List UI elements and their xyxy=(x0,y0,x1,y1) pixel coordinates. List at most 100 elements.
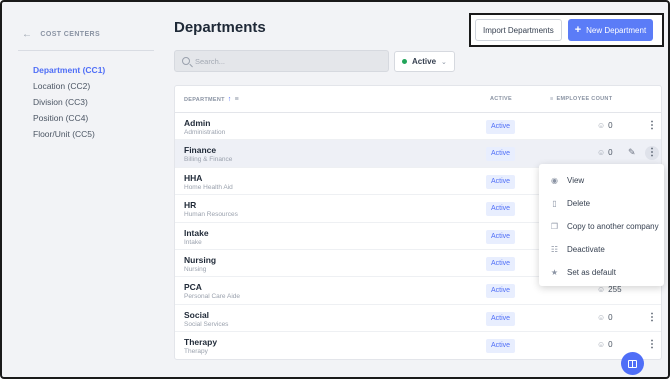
status-badge: Active xyxy=(486,147,516,162)
menu-item-view[interactable]: ◉ View xyxy=(539,169,664,192)
header-actions: Import Departments + New Department xyxy=(469,13,664,47)
department-name: Admin xyxy=(184,118,211,128)
table-row[interactable]: Therapy Therapy Active ☺ 0 ⋮ xyxy=(175,332,661,359)
sidebar-item-location[interactable]: Location (CC2) xyxy=(33,78,105,94)
employee-count: ☺ 0 xyxy=(597,313,613,322)
column-label-department: DEPARTMENT xyxy=(184,96,225,103)
table-row[interactable]: Social Social Services Active ☺ 0 ⋮ xyxy=(175,305,661,333)
import-departments-button[interactable]: Import Departments xyxy=(475,19,562,41)
menu-item-deactivate[interactable]: ☷ Deactivate xyxy=(539,238,664,261)
chevron-down-icon: ⌄ xyxy=(441,58,447,66)
row-actions-menu: ◉ View ▯ Delete ❐ Copy to another compan… xyxy=(539,164,664,286)
department-name: HHA xyxy=(184,172,203,183)
department-description: Home Health Aid xyxy=(184,183,233,191)
employee-count: ☺ 255 xyxy=(597,285,622,294)
status-badge: Active xyxy=(486,229,516,244)
people-icon: ☺ xyxy=(597,148,606,158)
column-header-employee-count[interactable]: ≡ EMPLOYEE COUNT xyxy=(550,96,612,102)
sidebar-back-link[interactable]: ← COST CENTERS xyxy=(22,29,100,40)
status-filter-value: Active xyxy=(412,57,437,66)
trash-icon: ▯ xyxy=(552,199,557,208)
menu-item-set-default[interactable]: ★ Set as default xyxy=(539,261,664,284)
panel-icon xyxy=(628,359,637,368)
employee-count-value: 255 xyxy=(608,285,622,295)
filter-icon[interactable]: ≡ xyxy=(550,96,554,102)
sidebar: ← COST CENTERS Department (CC1) Location… xyxy=(4,4,162,377)
menu-item-label: Copy to another company xyxy=(567,222,659,231)
arrow-left-icon: ← xyxy=(22,29,33,40)
active-status-dot xyxy=(402,59,407,64)
status-badge: Active xyxy=(486,120,516,134)
column-label-employee-count: EMPLOYEE COUNT xyxy=(556,96,613,102)
copy-icon: ❐ xyxy=(550,222,559,231)
people-icon: ☺ xyxy=(597,340,606,350)
row-menu-button[interactable]: ⋮ xyxy=(645,146,659,161)
sidebar-item-department[interactable]: Department (CC1) xyxy=(33,62,105,78)
page-title: Departments xyxy=(174,19,266,36)
menu-item-label: Delete xyxy=(567,199,591,208)
column-header-department[interactable]: DEPARTMENT ↑ ≡ xyxy=(184,96,239,103)
new-department-button[interactable]: + New Department xyxy=(567,19,654,41)
department-name: Therapy xyxy=(184,337,218,348)
deactivate-icon: ☷ xyxy=(550,245,559,254)
filter-icon[interactable]: ≡ xyxy=(235,96,239,103)
department-description: Administration xyxy=(184,129,226,136)
app-window: ← COST CENTERS Department (CC1) Location… xyxy=(0,0,670,379)
plus-icon: + xyxy=(574,23,582,36)
status-badge: Active xyxy=(486,284,516,299)
divider xyxy=(18,50,154,51)
sidebar-list: Department (CC1) Location (CC2) Division… xyxy=(33,62,105,142)
edit-icon[interactable]: ✎ xyxy=(628,147,636,158)
department-description: Nursing xyxy=(184,265,207,273)
department-name: Intake xyxy=(184,227,209,238)
floating-action-button[interactable] xyxy=(621,352,644,375)
employee-count-value: 0 xyxy=(608,121,613,130)
row-menu-button[interactable]: ⋮ xyxy=(645,119,659,133)
menu-item-delete[interactable]: ▯ Delete xyxy=(539,192,664,215)
sidebar-item-division[interactable]: Division (CC3) xyxy=(33,94,105,110)
department-description: Therapy xyxy=(184,348,208,356)
table-row[interactable]: Admin Administration Active ☺ 0 ⋮ xyxy=(175,113,661,141)
employee-count: ☺ 0 xyxy=(597,121,613,130)
eye-icon: ◉ xyxy=(551,176,558,185)
status-badge: Active xyxy=(486,339,516,354)
department-description: Social Services xyxy=(184,320,229,328)
department-description: Billing & Finance xyxy=(184,156,233,164)
new-department-label: New Department xyxy=(586,25,647,35)
row-menu-button[interactable]: ⋮ xyxy=(645,311,659,325)
employee-count-value: 0 xyxy=(608,148,613,158)
menu-item-copy[interactable]: ❐ Copy to another company xyxy=(539,215,664,238)
department-name: Finance xyxy=(184,145,217,156)
people-icon: ☺ xyxy=(597,121,606,130)
department-description: Human Resources xyxy=(184,211,238,219)
employee-count-value: 0 xyxy=(608,312,613,322)
search-input[interactable] xyxy=(195,56,375,66)
table-header: DEPARTMENT ↑ ≡ ACTIVE ≡ EMPLOYEE COUNT xyxy=(175,86,661,113)
menu-item-label: Set as default xyxy=(567,268,616,277)
sidebar-item-position[interactable]: Position (CC4) xyxy=(33,110,105,126)
search-icon xyxy=(182,57,190,65)
department-description: Personal Care Aide xyxy=(184,293,241,301)
menu-item-label: Deactivate xyxy=(567,245,605,254)
status-badge: Active xyxy=(486,174,516,189)
employee-count-value: 0 xyxy=(608,340,613,350)
department-name: HR xyxy=(184,200,197,211)
status-badge: Active xyxy=(486,311,516,326)
sidebar-item-floor-unit[interactable]: Floor/Unit (CC5) xyxy=(33,126,105,142)
row-menu-button[interactable]: ⋮ xyxy=(645,338,659,352)
menu-item-label: View xyxy=(567,176,585,185)
employee-count: ☺ 0 xyxy=(597,340,613,349)
department-name: PCA xyxy=(184,282,202,293)
status-badge: Active xyxy=(486,256,516,271)
sidebar-heading: COST CENTERS xyxy=(40,31,101,38)
department-name: Social xyxy=(184,309,210,320)
employee-count: ☺ 0 xyxy=(597,148,613,157)
star-icon: ★ xyxy=(550,268,559,277)
people-icon: ☺ xyxy=(597,312,606,322)
column-header-active[interactable]: ACTIVE xyxy=(490,96,512,102)
people-icon: ☺ xyxy=(597,285,606,295)
status-badge: Active xyxy=(486,202,516,217)
status-filter-dropdown[interactable]: Active ⌄ xyxy=(394,51,455,72)
department-description: Intake xyxy=(184,238,202,246)
sort-ascending-icon[interactable]: ↑ xyxy=(228,96,232,103)
